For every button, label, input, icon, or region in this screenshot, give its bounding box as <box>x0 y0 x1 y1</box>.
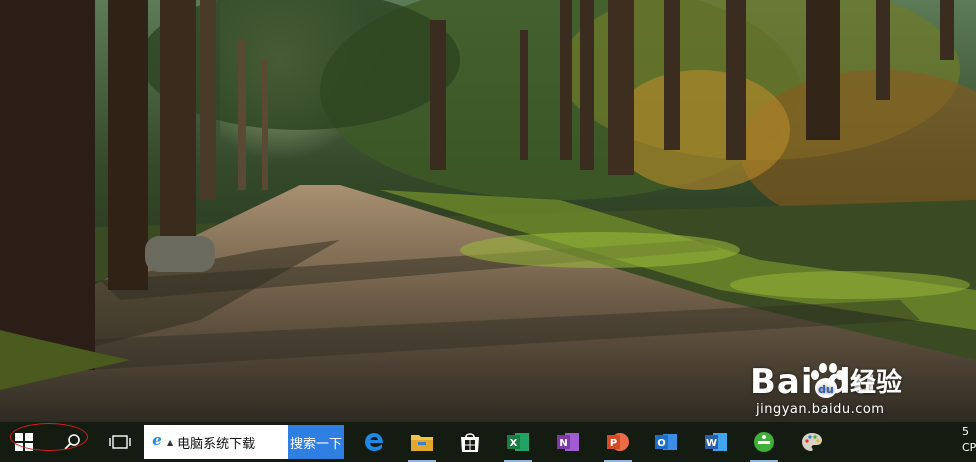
search-box[interactable]: e ▲ <box>144 425 288 459</box>
svg-text:N: N <box>559 438 567 449</box>
svg-text:X: X <box>510 438 518 449</box>
ie-icon: e <box>149 431 165 452</box>
store-app-button[interactable] <box>452 422 488 462</box>
excel-app-button[interactable]: X <box>500 422 536 462</box>
magnifier-icon <box>64 434 80 450</box>
svg-text:W: W <box>706 438 717 449</box>
word-app-button[interactable]: W <box>698 422 734 462</box>
forest-path-image <box>0 0 976 422</box>
edge-icon <box>365 433 383 451</box>
palette-icon <box>802 433 822 451</box>
svg-text:du: du <box>818 383 834 396</box>
edge-app-button[interactable] <box>356 422 392 462</box>
svg-text:O: O <box>657 438 666 449</box>
dropdown-arrow-icon[interactable]: ▲ <box>167 438 173 447</box>
outlook-icon: O <box>655 434 677 450</box>
paint-app-button[interactable] <box>794 422 830 462</box>
green-circle-icon <box>754 432 774 452</box>
folder-icon <box>411 435 433 451</box>
baidu-jingyan-watermark: Bai du du 经验 jingyan.baidu.com <box>750 360 972 420</box>
taskbar-search-button[interactable] <box>58 422 86 462</box>
file-explorer-app-button[interactable] <box>404 422 440 462</box>
search-input[interactable] <box>177 428 278 456</box>
green-app-button[interactable] <box>746 422 782 462</box>
outlook-app-button[interactable]: O <box>648 422 684 462</box>
excel-icon: X <box>507 433 529 451</box>
watermark-product: 经验 <box>850 368 903 398</box>
baidu-paw-icon: du <box>808 362 844 406</box>
powerpoint-app-button[interactable]: P <box>600 422 636 462</box>
svg-text:e: e <box>152 432 162 448</box>
onenote-app-button[interactable]: N <box>550 422 586 462</box>
task-view-icon <box>109 435 131 449</box>
onenote-icon: N <box>557 433 579 451</box>
tray-line-2: CPU <box>962 441 976 454</box>
watermark-url: jingyan.baidu.com <box>756 402 885 417</box>
tray-status: 5 CPU <box>962 424 976 456</box>
svg-text:P: P <box>610 438 617 449</box>
store-icon <box>461 433 479 452</box>
word-icon: W <box>705 433 727 451</box>
powerpoint-icon: P <box>607 433 629 451</box>
tray-line-1: 5 <box>962 425 969 438</box>
windows-logo-icon <box>15 433 33 451</box>
task-view-button[interactable] <box>106 422 134 462</box>
desktop-wallpaper <box>0 0 976 422</box>
search-submit-button[interactable]: 搜索一下 <box>288 425 344 459</box>
start-button[interactable] <box>8 422 40 462</box>
